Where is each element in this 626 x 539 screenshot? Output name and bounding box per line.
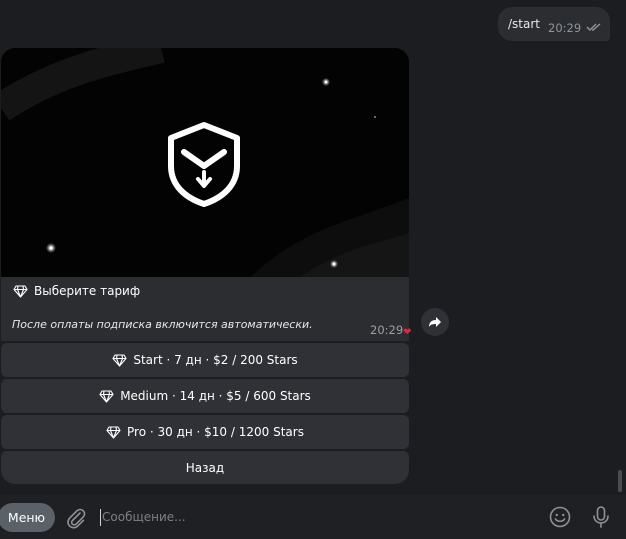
tariff-medium-button[interactable]: Medium · 14 дн · $5 / 600 Stars: [1, 379, 409, 413]
button-label: Medium · 14 дн · $5 / 600 Stars: [120, 389, 311, 403]
diamond-icon: [112, 353, 127, 367]
chat-area: /start 20:29 Выберите тариф После оплаты…: [0, 0, 626, 495]
diamond-icon: [99, 389, 114, 403]
scrollbar[interactable]: [618, 470, 622, 492]
diamond-icon: [106, 425, 121, 439]
button-label: Start · 7 дн · $2 / 200 Stars: [133, 353, 298, 367]
message-image[interactable]: [1, 48, 409, 277]
button-label: Назад: [185, 460, 225, 475]
microphone-icon[interactable]: [591, 505, 611, 529]
forward-button[interactable]: [421, 308, 449, 336]
attach-icon[interactable]: [65, 507, 87, 529]
shield-icon: [168, 122, 240, 207]
caption-title: Выберите тариф: [34, 284, 141, 298]
forward-icon: [429, 317, 441, 327]
text-cursor: [100, 509, 101, 526]
tariff-pro-button[interactable]: Pro · 30 дн · $10 / 1200 Stars: [1, 415, 409, 449]
shield-banner-image: [1, 48, 409, 277]
menu-button[interactable]: Меню: [0, 503, 55, 532]
button-label: Pro · 30 дн · $10 / 1200 Stars: [127, 425, 304, 439]
emoji-icon[interactable]: [548, 505, 572, 529]
diamond-icon: [13, 284, 28, 298]
message-input[interactable]: [102, 505, 522, 529]
message-caption: Выберите тариф После оплаты подписка вкл…: [1, 277, 409, 341]
message-time: 20:29: [370, 323, 404, 337]
back-button[interactable]: Назад: [1, 451, 409, 484]
message-composer: Меню: [0, 495, 626, 539]
outgoing-message[interactable]: /start 20:29: [498, 7, 610, 41]
tariff-start-button[interactable]: Start · 7 дн · $2 / 200 Stars: [1, 343, 409, 377]
outgoing-text: /start: [508, 17, 540, 31]
outgoing-time: 20:29: [548, 21, 582, 35]
heart-reaction[interactable]: ❤: [403, 327, 411, 338]
double-check-icon: [586, 23, 601, 31]
caption-subtitle: После оплаты подписка включится автомати…: [12, 318, 313, 331]
